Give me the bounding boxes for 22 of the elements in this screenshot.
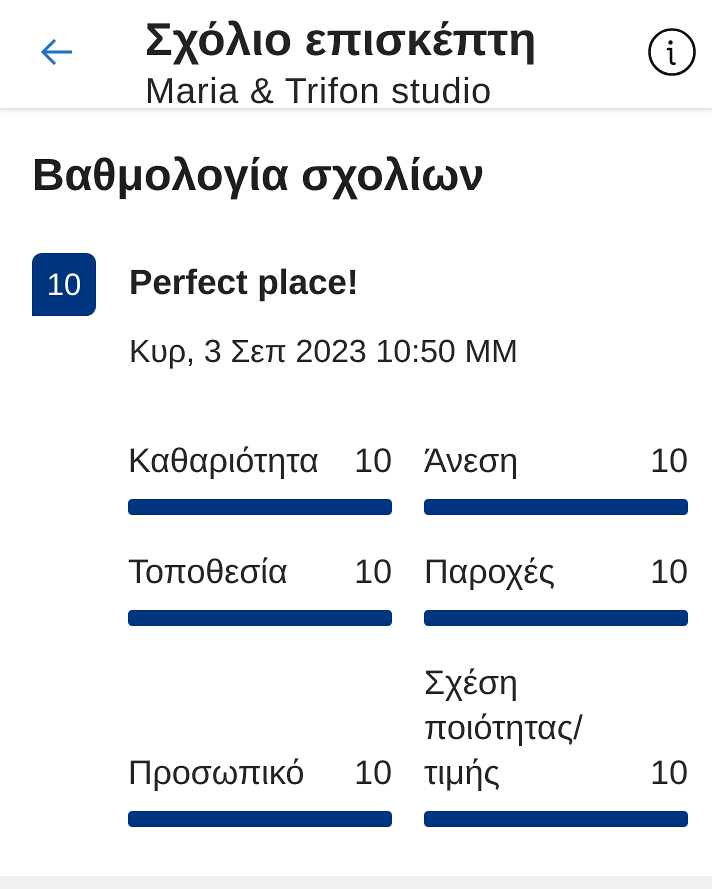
screen-title: Σχόλιο επισκέπτη — [145, 14, 538, 64]
score-badge: 10 — [32, 253, 96, 316]
rating-score: 10 — [650, 753, 688, 794]
rating-score: 10 — [354, 441, 392, 482]
back-button[interactable] — [40, 38, 74, 66]
review-title: Perfect place! — [129, 263, 360, 303]
property-name: Maria & Trifon studio — [145, 74, 493, 108]
rating-score: 10 — [650, 441, 688, 482]
rating-label: Σχέση ποιότητας/ τιμής — [424, 663, 584, 794]
review-date: Κυρ, 3 Σεπ 2023 10:50 ΜΜ — [129, 333, 518, 369]
rating-label: Καθαριότητα — [128, 441, 319, 482]
rating-score: 10 — [354, 753, 392, 794]
rating-score: 10 — [354, 552, 392, 593]
rating-label: Άνεση — [424, 441, 518, 482]
info-icon — [648, 28, 696, 76]
rating-label: Τοποθεσία — [128, 552, 288, 593]
info-button[interactable] — [648, 28, 696, 76]
rating-label: Παροχές — [424, 552, 555, 593]
rating-label: Προσωπικό — [128, 753, 304, 794]
section-heading: Βαθμολογία σχολίων — [32, 150, 486, 200]
rating-score: 10 — [650, 552, 688, 593]
back-arrow-icon — [40, 38, 74, 66]
